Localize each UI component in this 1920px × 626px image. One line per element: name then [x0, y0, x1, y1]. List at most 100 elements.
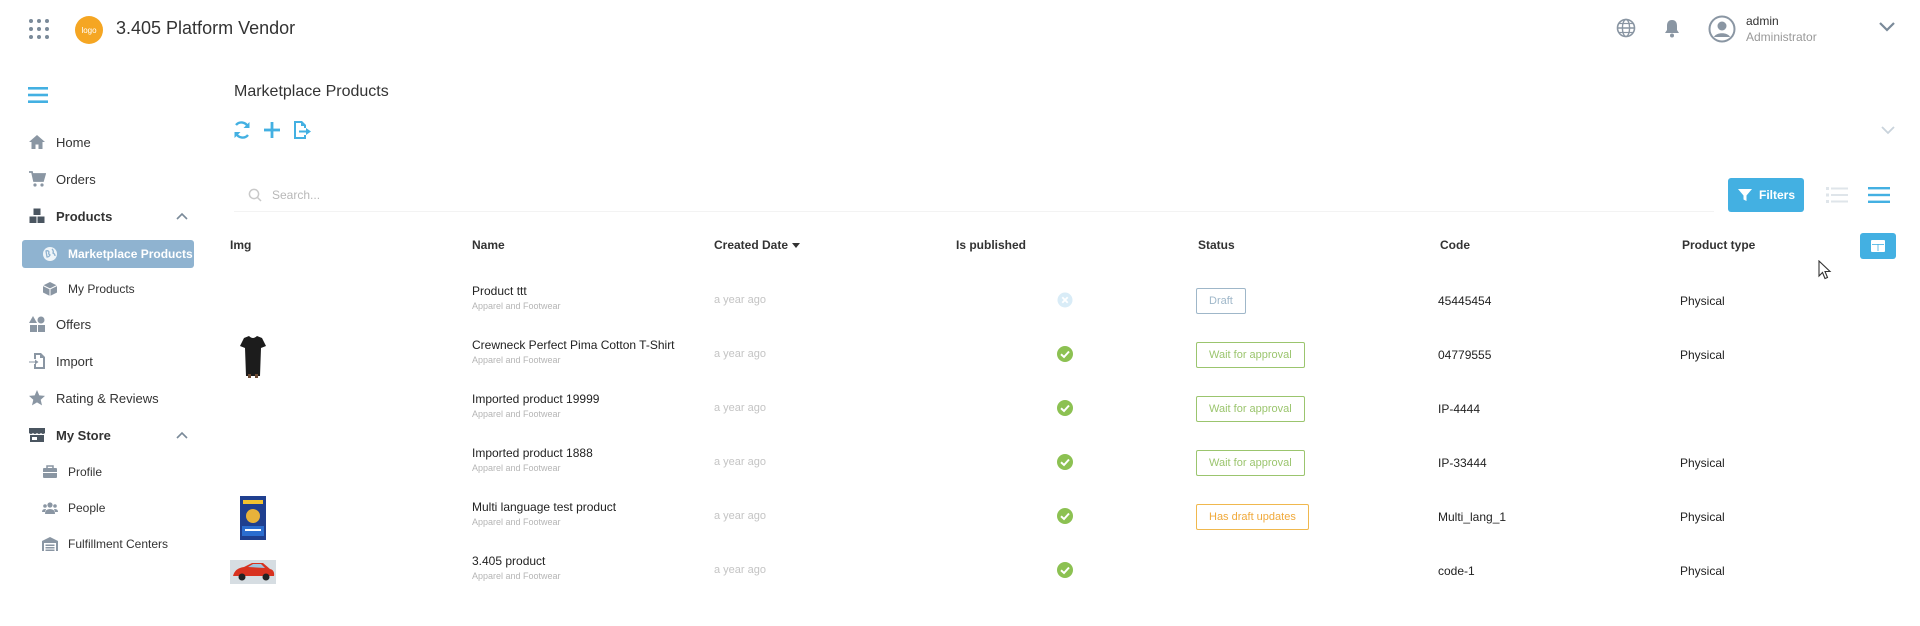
- notifications-bell-icon[interactable]: [1662, 18, 1682, 38]
- product-category: Apparel and Footwear: [472, 409, 561, 419]
- published-check-icon: [1057, 400, 1073, 416]
- product-code: IP-4444: [1438, 402, 1481, 416]
- sidebar-item-my-store[interactable]: My Store: [28, 423, 111, 447]
- status-badge: Has draft updates: [1196, 504, 1309, 530]
- product-image-cell: [230, 388, 276, 432]
- sidebar-item-label: Rating & Reviews: [56, 390, 159, 406]
- unpublished-x-icon: [1057, 292, 1073, 308]
- product-category: Apparel and Footwear: [472, 517, 561, 527]
- sidebar-item-profile[interactable]: Profile: [22, 458, 194, 486]
- sidebar-item-rating-reviews[interactable]: Rating & Reviews: [28, 386, 159, 410]
- sidebar-item-home[interactable]: Home: [28, 130, 91, 154]
- product-name[interactable]: Imported product 1888: [472, 446, 593, 460]
- product-image-cell: [230, 550, 276, 594]
- sidebar-item-label: Import: [56, 353, 93, 369]
- product-code: 04779555: [1438, 348, 1492, 362]
- product-name[interactable]: Imported product 19999: [472, 392, 599, 406]
- refresh-icon[interactable]: [232, 120, 252, 140]
- product-category: Apparel and Footwear: [472, 571, 561, 581]
- product-code: code-1: [1438, 564, 1475, 578]
- column-header-code[interactable]: Code: [1440, 238, 1470, 252]
- product-type: Physical: [1680, 564, 1725, 578]
- product-type: Physical: [1680, 510, 1725, 524]
- sidebar-item-people[interactable]: People: [22, 494, 194, 522]
- filters-label: Filters: [1758, 188, 1795, 202]
- chevron-up-icon[interactable]: [176, 431, 188, 439]
- published-check-icon: [1057, 508, 1073, 524]
- product-name[interactable]: 3.405 product: [472, 554, 545, 568]
- column-settings-button[interactable]: [1860, 233, 1896, 259]
- sidebar-item-offers[interactable]: Offers: [28, 312, 91, 336]
- table-row[interactable]: 3.405 product Apparel and Footwear a year …: [230, 544, 1900, 598]
- column-header-name[interactable]: Name: [472, 238, 505, 252]
- table-row[interactable]: Crewneck Perfect Pima Cotton T-Shirt Appa…: [230, 328, 1900, 382]
- apps-grid-icon[interactable]: [28, 18, 50, 40]
- add-icon[interactable]: [262, 120, 282, 140]
- search-icon: [248, 188, 262, 202]
- hamburger-menu-icon[interactable]: [28, 86, 48, 104]
- globe-icon: [43, 247, 57, 261]
- column-header-label: Created Date: [714, 238, 789, 252]
- app-logo: logo: [75, 16, 103, 44]
- sidebar: Home Orders Products Marketplace Product…: [0, 56, 210, 626]
- list-view-icon[interactable]: [1826, 186, 1848, 204]
- page-title: Marketplace Products: [234, 83, 389, 100]
- chevron-down-icon[interactable]: [1878, 20, 1896, 34]
- column-header-img[interactable]: Img: [230, 238, 251, 252]
- table-row[interactable]: Imported product 19999 Apparel and Footwe…: [230, 382, 1900, 436]
- table-columns-icon: [1871, 240, 1885, 252]
- sidebar-item-label: Offers: [56, 316, 92, 332]
- home-icon: [29, 135, 45, 149]
- sidebar-item-fulfillment-centers[interactable]: Fulfillment Centers: [22, 530, 194, 558]
- table-row[interactable]: Product ttt Apparel and Footwear a year ag…: [230, 274, 1900, 328]
- search-input[interactable]: [272, 184, 1672, 206]
- product-code: 45445454: [1438, 294, 1492, 308]
- column-header-created-date[interactable]: Created Date: [714, 238, 801, 252]
- product-name[interactable]: Crewneck Perfect Pima Cotton T-Shirt: [472, 338, 675, 352]
- sidebar-item-label: My Store: [56, 427, 111, 443]
- product-type: Physical: [1680, 348, 1725, 362]
- product-code: Multi_lang_1: [1438, 510, 1507, 524]
- cart-icon: [29, 171, 46, 187]
- column-header-status[interactable]: Status: [1198, 238, 1235, 252]
- product-name[interactable]: Multi language test product: [472, 500, 616, 514]
- product-name[interactable]: Product ttt: [472, 284, 527, 298]
- sort-descending-icon: [792, 243, 801, 249]
- published-check-icon: [1057, 454, 1073, 470]
- store-icon: [29, 428, 45, 442]
- created-date: a year ago: [714, 402, 766, 414]
- table-row[interactable]: Multi language test product Apparel and F…: [230, 490, 1900, 544]
- app-title: 3.405 Platform Vendor: [116, 18, 296, 38]
- product-type: Physical: [1680, 294, 1725, 308]
- sidebar-item-my-products[interactable]: My Products: [22, 275, 194, 303]
- user-role: Administrator: [1746, 30, 1817, 44]
- chevron-up-icon[interactable]: [176, 212, 188, 220]
- product-thumbnail-image: [240, 336, 266, 378]
- created-date: a year ago: [714, 456, 766, 468]
- table-row[interactable]: Imported product 1888 Apparel and Footwea…: [230, 436, 1900, 490]
- sidebar-item-products[interactable]: Products: [28, 204, 112, 228]
- file-export-icon[interactable]: [292, 120, 312, 140]
- product-image-cell: [230, 334, 276, 378]
- created-date: a year ago: [714, 348, 766, 360]
- sidebar-item-marketplace-products[interactable]: Marketplace Products: [22, 240, 194, 268]
- sidebar-item-label: People: [68, 501, 106, 515]
- sidebar-item-label: Marketplace Products: [68, 247, 193, 261]
- user-avatar-icon[interactable]: [1708, 15, 1736, 43]
- warehouse-icon: [42, 537, 58, 551]
- language-globe-icon[interactable]: [1616, 18, 1636, 38]
- briefcase-icon: [43, 465, 57, 478]
- user-name[interactable]: admin: [1746, 14, 1779, 28]
- top-header: logo 3.405 Platform Vendor admin Adminis…: [0, 0, 1920, 56]
- shapes-icon: [29, 316, 45, 332]
- table-view-icon[interactable]: [1868, 186, 1890, 204]
- chevron-down-icon[interactable]: [1880, 124, 1896, 136]
- sidebar-item-label: Orders: [56, 171, 96, 187]
- filters-button[interactable]: Filters: [1728, 178, 1804, 212]
- users-icon: [42, 502, 58, 514]
- product-category: Apparel and Footwear: [472, 301, 561, 311]
- column-header-product-type[interactable]: Product type: [1682, 238, 1755, 252]
- sidebar-item-import[interactable]: Import: [28, 349, 93, 373]
- sidebar-item-orders[interactable]: Orders: [28, 167, 96, 191]
- column-header-is-published[interactable]: Is published: [956, 238, 1026, 252]
